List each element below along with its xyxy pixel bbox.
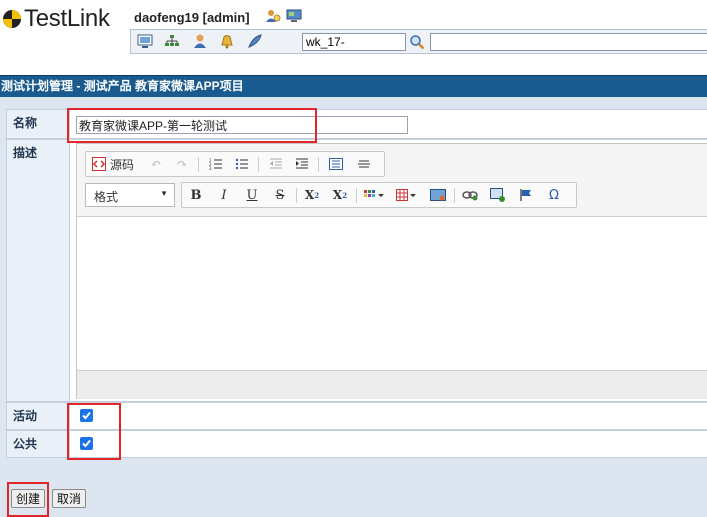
description-editor: 源码 ↶ ↷ 123 格式 ▼ B I U S X 2 X 2 Ω: [76, 143, 707, 399]
form-actions-area: [0, 460, 707, 517]
format-select[interactable]: 格式 ▼: [85, 183, 175, 207]
magnifier-icon[interactable]: [409, 34, 425, 50]
bulleted-list-icon[interactable]: [232, 155, 252, 173]
link-icon[interactable]: [460, 186, 480, 204]
checkmark-icon: [82, 439, 91, 448]
editor-toolbar: 源码 ↶ ↷ 123 格式 ▼ B I U S X 2 X 2 Ω: [77, 144, 707, 217]
toolbar-separator: [454, 188, 455, 203]
cancel-button[interactable]: 取消: [52, 489, 86, 508]
desktop-icon[interactable]: [136, 32, 154, 49]
page-title: 测试计划管理 - 测试产品 教育家微课APP项目: [0, 75, 707, 97]
logo-text: TestLink: [24, 5, 110, 32]
active-label: 活动: [6, 402, 70, 430]
public-label: 公共: [6, 430, 70, 458]
toolbar-separator: [198, 157, 199, 172]
logo-mark-icon: [3, 10, 21, 28]
underline-icon[interactable]: U: [242, 186, 262, 204]
testlink-logo[interactable]: TestLink: [2, 5, 110, 33]
bell-icon[interactable]: [218, 32, 236, 49]
editor-toolbar-row-1: 源码 ↶ ↷ 123: [85, 151, 385, 177]
toolbar-separator: [318, 157, 319, 172]
editor-toolbar-row-2: B I U S X2 X2 Ω: [181, 182, 577, 208]
superscript-icon[interactable]: X2: [330, 186, 350, 204]
chevron-down-icon: ▼: [160, 189, 168, 198]
table-icon[interactable]: [394, 186, 420, 204]
user-settings-icon[interactable]: [265, 8, 281, 24]
insert-media-icon[interactable]: [488, 186, 508, 204]
text-color-icon[interactable]: [362, 186, 388, 204]
sitemap-icon[interactable]: [163, 32, 181, 49]
numbered-list-icon[interactable]: 123: [206, 155, 226, 173]
horizontal-line-icon[interactable]: [354, 155, 374, 173]
testcase-search-input[interactable]: [302, 33, 406, 51]
subscript-icon[interactable]: X2: [302, 186, 322, 204]
strikethrough-icon[interactable]: S: [270, 186, 290, 204]
flag-icon[interactable]: [516, 186, 536, 204]
undo-icon[interactable]: ↶: [146, 155, 166, 173]
image-icon[interactable]: [428, 186, 448, 204]
source-label: 源码: [110, 158, 135, 172]
checkmark-icon: [82, 411, 91, 420]
editor-body[interactable]: [77, 218, 707, 370]
header: TestLink daofeng19 [admin]: [0, 0, 707, 60]
user-label: daofeng19 [admin]: [134, 10, 250, 25]
outdent-icon[interactable]: [266, 155, 286, 173]
feather-icon[interactable]: [246, 32, 264, 49]
monitor-icon[interactable]: [286, 8, 302, 24]
editor-statusbar: [77, 370, 707, 399]
testproject-selector-input[interactable]: [430, 33, 707, 51]
source-icon: [92, 157, 106, 171]
description-label: 描述: [6, 139, 70, 402]
block-quote-icon[interactable]: [326, 155, 346, 173]
toolbar-separator: [258, 157, 259, 172]
format-select-label: 格式: [94, 190, 119, 204]
svg-text:3: 3: [209, 166, 212, 170]
name-label: 名称: [6, 109, 70, 139]
active-checkbox[interactable]: [80, 409, 93, 422]
bold-icon[interactable]: B: [186, 186, 206, 204]
public-checkbox[interactable]: [80, 437, 93, 450]
source-button[interactable]: 源码: [90, 155, 142, 173]
create-button[interactable]: 创建: [11, 489, 45, 508]
name-input[interactable]: [76, 116, 408, 134]
active-value-cell: [70, 402, 707, 430]
indent-icon[interactable]: [292, 155, 312, 173]
special-char-icon[interactable]: Ω: [544, 186, 564, 204]
redo-icon[interactable]: ↷: [172, 155, 192, 173]
toolbar-separator: [356, 188, 357, 203]
user-icon[interactable]: [191, 32, 209, 49]
italic-icon[interactable]: I: [214, 186, 234, 204]
toolbar-separator: [296, 188, 297, 203]
public-value-cell: [70, 430, 707, 458]
